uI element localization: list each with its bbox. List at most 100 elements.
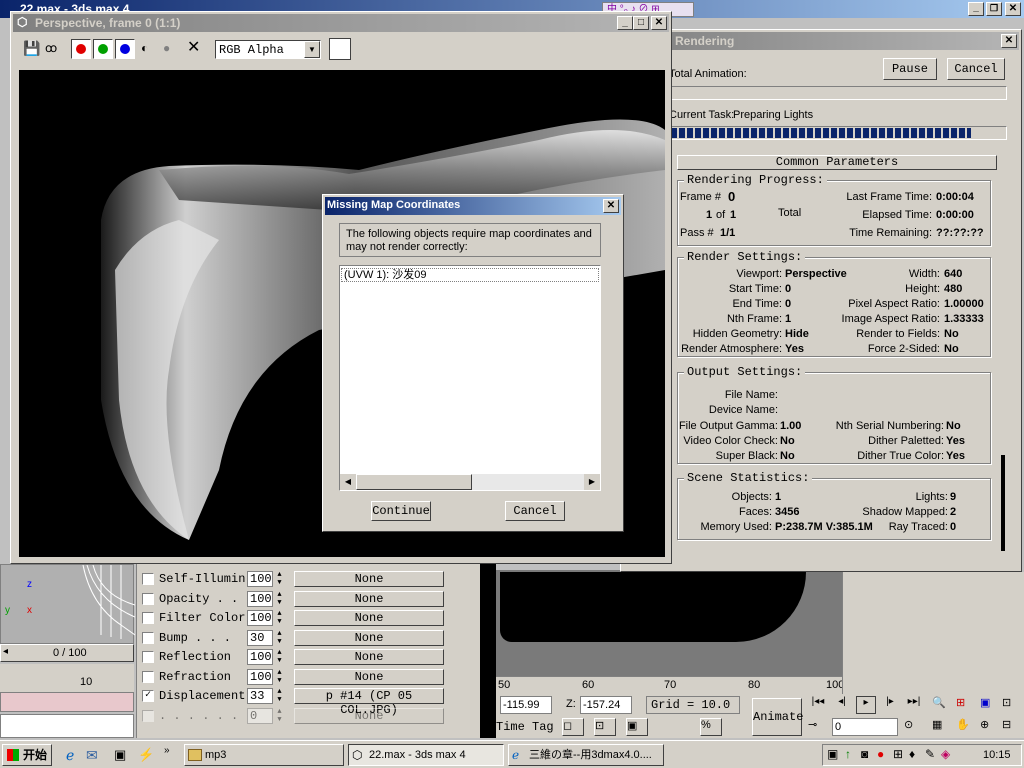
chevron-down-icon[interactable]: ▼ bbox=[304, 41, 320, 58]
map-slot-button[interactable]: None bbox=[294, 668, 444, 685]
goto-start-button[interactable]: |◂◂ bbox=[808, 696, 828, 714]
time-tag-field[interactable]: Time Tag bbox=[496, 718, 556, 736]
map-enable-checkbox[interactable] bbox=[142, 709, 154, 722]
ie-icon[interactable]: ℯ bbox=[66, 747, 74, 764]
map-amount-spinner[interactable]: ▲ ▼ bbox=[275, 688, 284, 704]
taskbar-item-mp3[interactable]: mp3 bbox=[184, 744, 344, 766]
maximize-viewport-icon[interactable]: ⊟ bbox=[1002, 718, 1022, 736]
scroll-thumb[interactable] bbox=[356, 474, 472, 490]
timeline-ruler-right[interactable]: 50 60 70 80 100 bbox=[496, 676, 844, 694]
map-slot-button[interactable]: p #14 (CP 05 COL.JPG) bbox=[294, 688, 444, 717]
tray-app-icon-2[interactable]: ⊞ bbox=[893, 747, 903, 761]
desktop-icon[interactable]: ▣ bbox=[114, 747, 126, 763]
common-parameters-rollout[interactable]: Common Parameters bbox=[677, 155, 997, 170]
goto-end-button[interactable]: ▸▸| bbox=[904, 696, 924, 714]
left-viewport[interactable]: z y x bbox=[0, 564, 135, 644]
record-icon[interactable]: ● bbox=[877, 747, 884, 761]
map-enable-checkbox[interactable] bbox=[142, 592, 154, 605]
clone-window-icon[interactable]: ꝏ bbox=[45, 40, 63, 56]
current-frame-field[interactable]: 0 bbox=[832, 718, 898, 736]
animate-button[interactable]: Animate bbox=[752, 698, 803, 736]
map-amount-spinner[interactable]: ▲ ▼ bbox=[275, 669, 284, 685]
map-slot-button[interactable]: None bbox=[294, 610, 444, 626]
selection-lock-icon[interactable]: ⊡ bbox=[594, 718, 616, 736]
map-enable-checkbox[interactable]: ✓ bbox=[142, 690, 154, 702]
network-icon[interactable]: ▣ bbox=[827, 747, 838, 761]
render-cancel-button[interactable]: Cancel bbox=[947, 58, 1005, 80]
time-slider-prev[interactable]: ◂ bbox=[3, 646, 8, 657]
channel-select[interactable]: RGB Alpha ▼ bbox=[215, 40, 321, 59]
taskbar-item-browser[interactable]: 三維の章--用3dmax4.0.... bbox=[508, 744, 664, 766]
time-config-icon[interactable]: ⊙ bbox=[904, 718, 924, 736]
outlook-icon[interactable]: ✉ bbox=[86, 747, 98, 764]
app-restore-button[interactable]: ❐ bbox=[986, 2, 1002, 16]
map-slot-button[interactable]: None bbox=[294, 649, 444, 665]
taskbar-item-3dsmax[interactable]: 22.max - 3ds max 4 bbox=[348, 744, 504, 766]
map-amount-field[interactable]: 100 bbox=[247, 590, 273, 607]
app-close-button[interactable]: ✕ bbox=[1005, 2, 1021, 16]
blue-channel-toggle[interactable] bbox=[115, 39, 135, 59]
z-coordinate-field[interactable]: -157.24 bbox=[580, 696, 632, 714]
x-coordinate-field[interactable]: -115.99 bbox=[500, 696, 552, 714]
render-frame-minimize-button[interactable]: _ bbox=[617, 16, 633, 30]
map-amount-field[interactable]: 30 bbox=[247, 629, 273, 646]
map-slot-button[interactable]: None bbox=[294, 629, 444, 646]
start-button[interactable]: 开始 bbox=[2, 744, 52, 766]
map-amount-field[interactable]: 100 bbox=[247, 571, 273, 587]
missing-map-close-button[interactable]: ✕ bbox=[603, 199, 619, 213]
app-minimize-button[interactable]: _ bbox=[968, 2, 984, 16]
material-scrollbar[interactable] bbox=[480, 562, 496, 738]
timeline-ruler-left[interactable]: 10 bbox=[0, 664, 134, 692]
render-frame-maximize-button[interactable]: □ bbox=[633, 16, 649, 30]
missing-map-list[interactable]: (UVW 1): 沙发09 ◀ ▶ bbox=[339, 265, 601, 491]
map-slot-button[interactable]: None bbox=[294, 571, 444, 587]
map-amount-spinner[interactable]: ▲ ▼ bbox=[275, 591, 284, 607]
map-enable-checkbox[interactable] bbox=[142, 670, 154, 683]
alpha-channel-icon[interactable]: ◐ bbox=[141, 41, 155, 55]
key-mode-icon[interactable]: ⊸ bbox=[808, 718, 828, 736]
map-slot-button[interactable]: None bbox=[294, 707, 444, 724]
zoom-all-icon[interactable]: ⊞ bbox=[956, 696, 976, 714]
scroll-right-icon[interactable]: ▶ bbox=[584, 474, 600, 490]
map-amount-spinner[interactable]: ▲ ▼ bbox=[275, 630, 284, 646]
clear-icon[interactable]: ✕ bbox=[187, 39, 203, 57]
render-frame-close-button[interactable]: ✕ bbox=[651, 16, 667, 30]
pause-button[interactable]: Pause bbox=[883, 58, 937, 80]
map-slot-button[interactable]: None bbox=[294, 590, 444, 607]
play-button[interactable]: ▸ bbox=[856, 696, 876, 714]
map-amount-field[interactable]: 100 bbox=[247, 668, 273, 685]
green-arrow-icon[interactable]: ↑ bbox=[845, 747, 851, 761]
zoom-icon[interactable]: 🔍 bbox=[932, 696, 952, 714]
monochrome-icon[interactable]: ● bbox=[163, 41, 177, 55]
prompt-field[interactable] bbox=[0, 714, 134, 738]
red-channel-toggle[interactable] bbox=[71, 39, 91, 59]
rendering-scrollbar[interactable] bbox=[1001, 455, 1005, 551]
quicklaunch-more-icon[interactable]: » bbox=[164, 745, 170, 756]
continue-button[interactable]: Continue bbox=[371, 501, 431, 521]
box-icon[interactable]: ▣ bbox=[626, 718, 648, 736]
map-enable-checkbox[interactable] bbox=[142, 651, 154, 663]
green-channel-toggle[interactable] bbox=[93, 39, 113, 59]
tray-app-icon-1[interactable]: ◙ bbox=[861, 747, 868, 761]
map-amount-spinner[interactable]: ▲ ▼ bbox=[275, 571, 284, 587]
map-enable-checkbox[interactable] bbox=[142, 631, 154, 644]
quicklaunch-icon[interactable]: ⚡ bbox=[138, 747, 154, 763]
map-amount-field[interactable]: 100 bbox=[247, 649, 273, 665]
scroll-left-icon[interactable]: ◀ bbox=[340, 474, 356, 490]
prev-frame-button[interactable]: ◂| bbox=[832, 696, 852, 714]
fov-icon[interactable]: ▦ bbox=[932, 718, 952, 736]
zoom-extents-icon[interactable]: ▣ bbox=[980, 696, 1000, 714]
arc-rotate-icon[interactable]: ⊕ bbox=[980, 718, 1000, 736]
tray-app-icon-3[interactable]: ♦ bbox=[909, 747, 915, 761]
map-amount-spinner[interactable]: ▲ ▼ bbox=[275, 610, 284, 626]
save-bitmap-icon[interactable]: 💾 bbox=[23, 40, 40, 56]
volume-icon[interactable]: ✎ bbox=[925, 747, 935, 761]
angle-snap-icon[interactable]: % bbox=[700, 718, 722, 736]
map-enable-checkbox[interactable] bbox=[142, 612, 154, 624]
pan-icon[interactable]: ✋ bbox=[956, 718, 976, 736]
zoom-extents-all-icon[interactable]: ⊡ bbox=[1002, 696, 1022, 714]
rendering-close-button[interactable]: ✕ bbox=[1001, 34, 1017, 48]
map-enable-checkbox[interactable] bbox=[142, 573, 154, 585]
missing-map-cancel-button[interactable]: Cancel bbox=[505, 501, 565, 521]
next-frame-button[interactable]: |▸ bbox=[880, 696, 900, 714]
